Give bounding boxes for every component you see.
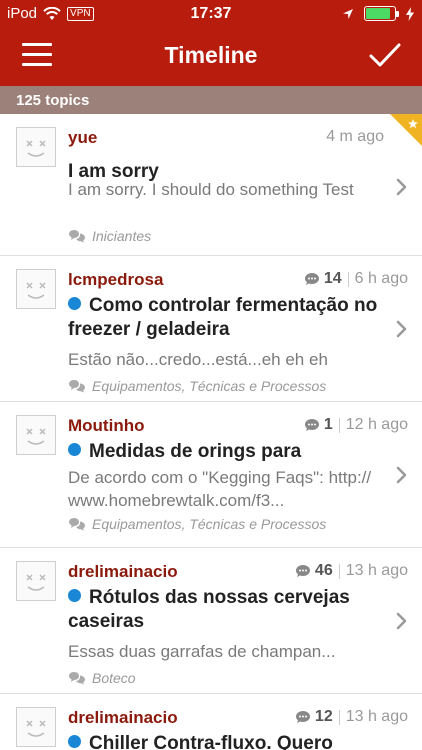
discussion-icon bbox=[69, 672, 85, 685]
topic-title-text: Rótulos das nossas cervejas caseiras bbox=[68, 587, 350, 632]
reply-count: 46 bbox=[295, 562, 333, 580]
speech-bubble-icon bbox=[295, 565, 310, 577]
reply-count-value: 46 bbox=[314, 562, 333, 579]
checkmark-button[interactable] bbox=[368, 40, 402, 72]
unread-dot-icon bbox=[68, 735, 81, 748]
topic-title-text: Chiller Contra-fluxo. Quero bbox=[89, 733, 333, 750]
topic-age: 6 h ago bbox=[354, 270, 408, 287]
topic-category-label: Iniciantes bbox=[92, 228, 152, 244]
status-right bbox=[342, 6, 414, 21]
topic-excerpt: Essas duas garrafas de champan... bbox=[68, 642, 336, 661]
default-avatar-icon bbox=[26, 140, 46, 157]
topic-age: 4 m ago bbox=[326, 128, 384, 145]
topic-title-text: Medidas de orings para bbox=[89, 441, 302, 462]
chevron-right-icon[interactable] bbox=[396, 612, 408, 630]
charging-bolt-icon bbox=[406, 6, 414, 21]
topic-title-text: Como controlar fermentação no freezer / … bbox=[68, 295, 378, 340]
reply-count-value: 12 bbox=[314, 708, 333, 725]
battery-level bbox=[366, 8, 390, 19]
chevron-right-icon[interactable] bbox=[396, 466, 408, 484]
page-title: Timeline bbox=[164, 42, 258, 68]
chevron-right-icon[interactable] bbox=[396, 178, 408, 196]
reply-count-value: 14 bbox=[323, 270, 342, 287]
unread-dot-icon bbox=[68, 443, 81, 456]
speech-bubble-icon bbox=[304, 273, 319, 285]
topic-meta: 46 13 h ago bbox=[295, 562, 408, 580]
topic-category-label: Boteco bbox=[92, 670, 136, 686]
meta-divider bbox=[347, 271, 349, 287]
reply-count: 14 bbox=[304, 270, 342, 288]
speech-bubble-icon bbox=[304, 419, 319, 431]
topic-excerpt: I am sorry. I should do something Test bbox=[68, 180, 354, 199]
chevron-right-icon[interactable] bbox=[396, 320, 408, 338]
topic-category[interactable]: Boteco bbox=[68, 670, 136, 686]
avatar bbox=[16, 561, 56, 601]
topic-meta: 12 13 h ago bbox=[295, 708, 408, 726]
topic-excerpt: Estão não...credo...está...eh eh eh bbox=[68, 350, 328, 369]
starred-corner-icon bbox=[390, 114, 422, 146]
default-avatar-icon bbox=[26, 428, 46, 445]
topic-meta: 14 6 h ago bbox=[304, 270, 408, 288]
topic-excerpt: De acordo com o "Kegging Faqs": http://w… bbox=[68, 468, 372, 510]
topic-title[interactable]: Medidas de orings para bbox=[68, 440, 388, 464]
topic-author[interactable]: Moutinho bbox=[68, 416, 144, 436]
topic-row[interactable]: drelimainacio 12 13 h ago Chiller Contra-fl… bbox=[0, 694, 422, 750]
unread-dot-icon bbox=[68, 589, 81, 602]
reply-count: 12 bbox=[295, 708, 333, 726]
topic-category-label: Equipamentos, Técnicas e Processos bbox=[92, 378, 327, 394]
default-avatar-icon bbox=[26, 574, 46, 591]
topic-list: yue 4 m ago I am sorry I am sorry. I should… bbox=[0, 114, 422, 750]
topic-title[interactable]: Rótulos das nossas cervejas caseiras bbox=[68, 586, 388, 634]
topic-category[interactable]: Iniciantes bbox=[68, 228, 151, 244]
discussion-icon bbox=[69, 380, 85, 393]
reply-count-value: 1 bbox=[323, 416, 333, 433]
topic-meta: 4 m ago bbox=[326, 128, 384, 146]
topic-age: 13 h ago bbox=[345, 562, 408, 579]
discussion-icon bbox=[69, 518, 85, 531]
topic-row[interactable]: yue 4 m ago I am sorry I am sorry. I should… bbox=[0, 114, 422, 256]
meta-divider bbox=[338, 709, 340, 725]
avatar bbox=[16, 127, 56, 167]
default-avatar-icon bbox=[26, 720, 46, 737]
topic-author[interactable]: yue bbox=[68, 128, 97, 148]
unread-dot-icon bbox=[68, 297, 81, 310]
avatar bbox=[16, 269, 56, 309]
reply-count: 1 bbox=[304, 416, 333, 434]
topic-row[interactable]: drelimainacio 46 13 h ago Rótulos das nossa… bbox=[0, 548, 422, 694]
default-avatar-icon bbox=[26, 282, 46, 299]
avatar bbox=[16, 415, 56, 455]
nav-bar: Timeline bbox=[0, 28, 422, 86]
topic-author[interactable]: drelimainacio bbox=[68, 708, 178, 728]
topic-age: 13 h ago bbox=[345, 708, 408, 725]
discussion-icon bbox=[69, 230, 85, 243]
topic-category-label: Equipamentos, Técnicas e Processos bbox=[92, 516, 327, 532]
speech-bubble-icon bbox=[295, 711, 310, 723]
topic-title[interactable]: Chiller Contra-fluxo. Quero bbox=[68, 732, 388, 750]
location-arrow-icon bbox=[343, 8, 353, 19]
topic-category[interactable]: Equipamentos, Técnicas e Processos bbox=[68, 516, 326, 532]
topic-row[interactable]: Moutinho 1 12 h ago Medidas de orings para D… bbox=[0, 402, 422, 548]
topic-age: 12 h ago bbox=[345, 416, 408, 433]
topic-row[interactable]: lcmpedrosa 14 6 h ago Como controlar fermen… bbox=[0, 256, 422, 402]
topic-title[interactable]: Como controlar fermentação no freezer / … bbox=[68, 294, 388, 342]
meta-divider bbox=[338, 417, 340, 433]
status-bar: iPod VPN 17:37 bbox=[0, 0, 422, 28]
meta-divider bbox=[338, 563, 340, 579]
topic-author[interactable]: lcmpedrosa bbox=[68, 270, 163, 290]
topic-category[interactable]: Equipamentos, Técnicas e Processos bbox=[68, 378, 326, 394]
topic-meta: 1 12 h ago bbox=[304, 416, 408, 434]
topic-count-bar: 125 topics bbox=[0, 86, 422, 114]
topic-author[interactable]: drelimainacio bbox=[68, 562, 178, 582]
avatar bbox=[16, 707, 56, 747]
battery-icon bbox=[364, 6, 399, 21]
